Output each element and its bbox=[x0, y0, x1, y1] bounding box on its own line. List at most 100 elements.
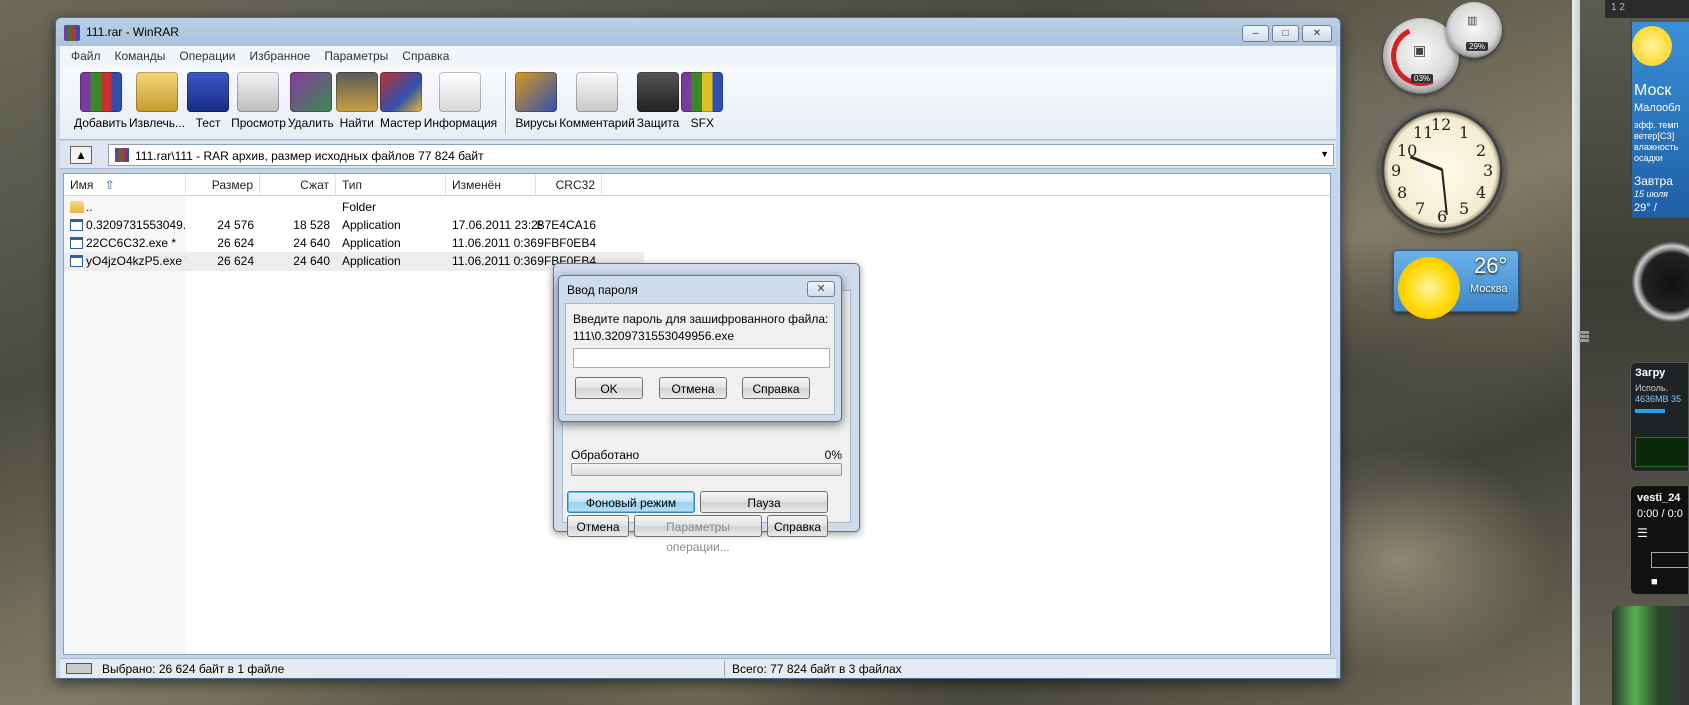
file-name: .. bbox=[86, 200, 93, 214]
file-type: Application bbox=[342, 218, 401, 232]
file-crc: B7E4CA16 bbox=[536, 218, 596, 232]
password-dialog-close-button[interactable]: ✕ bbox=[807, 281, 835, 297]
network-gadget[interactable]: Загру Исполь. 4636MB 35 bbox=[1630, 362, 1689, 472]
player-track-title: vesti_24 bbox=[1637, 492, 1681, 504]
column-name-label: Имя bbox=[70, 178, 94, 192]
sfx-button[interactable]: SFX bbox=[681, 66, 724, 140]
path-combobox[interactable]: 111.rar\111 - RAR архив, размер исходных… bbox=[108, 144, 1334, 166]
ok-button[interactable]: OK bbox=[575, 377, 643, 399]
panel-weather-precip: осадки bbox=[1634, 153, 1663, 163]
virus-scan-button[interactable]: Вирусы bbox=[515, 66, 558, 140]
sidebar-edge[interactable] bbox=[1572, 0, 1580, 705]
extract-button[interactable]: Извлечь... bbox=[129, 66, 185, 140]
cancel-button[interactable]: Отмена bbox=[659, 377, 727, 399]
stop-icon[interactable]: ■ bbox=[1651, 576, 1658, 588]
file-name: 22CC6C32.exe * bbox=[86, 236, 177, 250]
media-player-gadget[interactable]: vesti_24 0:00 / 0:0 ☰ ■ bbox=[1630, 485, 1689, 595]
file-list-header: Имя ⇧ Размер Сжат Тип Изменён CRC32 bbox=[64, 174, 1330, 196]
add-button[interactable]: Добавить bbox=[74, 66, 127, 140]
maximize-button[interactable]: □ bbox=[1272, 25, 1299, 42]
encrypted-file-name: 111\0.3209731553049956.exe bbox=[573, 329, 735, 343]
clock-7: 7 bbox=[1415, 199, 1426, 218]
protect-label: Защита bbox=[636, 116, 680, 130]
status-divider bbox=[724, 661, 725, 677]
file-name: 0.3209731553049... bbox=[86, 218, 186, 232]
operation-options-button[interactable]: Параметры операции... bbox=[634, 515, 762, 554]
clock-11: 11 bbox=[1413, 123, 1434, 142]
sort-ascending-icon: ⇧ bbox=[104, 178, 115, 192]
pause-button[interactable]: Пауза bbox=[700, 491, 828, 513]
file-row[interactable]: 0.3209731553049... 24 576 18 528 Applica… bbox=[64, 216, 644, 235]
column-header-size[interactable]: Размер bbox=[186, 174, 260, 196]
menu-commands[interactable]: Команды bbox=[108, 46, 173, 66]
menu-file[interactable]: Файл bbox=[64, 46, 108, 66]
clock-2: 2 bbox=[1476, 141, 1487, 160]
title-bar[interactable]: 111.rar - WinRAR – □ ✕ bbox=[56, 18, 1340, 46]
toolbar: Добавить Извлечь... Тест Просмотр Удалит… bbox=[60, 66, 1336, 140]
progress-cancel-button[interactable]: Отмена bbox=[567, 515, 629, 537]
clock-12: 12 bbox=[1431, 115, 1452, 134]
delete-recycle-icon bbox=[289, 72, 332, 112]
menu-operations[interactable]: Операции bbox=[172, 46, 242, 66]
clock-gadget[interactable]: 12 1 2 3 4 5 6 7 8 9 10 11 bbox=[1379, 107, 1505, 233]
panel-weather-tomorrow: Завтра bbox=[1634, 174, 1673, 188]
menu-options[interactable]: Параметры bbox=[317, 46, 395, 66]
panel-weather-humidity: влажность bbox=[1634, 142, 1679, 152]
weather-panel-gadget[interactable]: Моск Малообл эфф. темп ветер[СЗ] влажнос… bbox=[1631, 22, 1689, 218]
chevron-down-icon[interactable]: ▼ bbox=[1320, 149, 1329, 159]
delete-button[interactable]: Удалить bbox=[288, 66, 334, 140]
column-header-name[interactable]: Имя ⇧ bbox=[64, 174, 186, 196]
drive-key-icon[interactable] bbox=[66, 663, 92, 674]
panel-weather-condition: Малообл bbox=[1634, 102, 1681, 114]
column-header-packed[interactable]: Сжат bbox=[260, 174, 336, 196]
password-input[interactable] bbox=[573, 348, 830, 368]
panel-weather-date: 15 июля bbox=[1634, 189, 1668, 199]
info-label: Информация bbox=[423, 116, 498, 130]
sidebar-grip-icon[interactable]: ▬ ▬ ▬ bbox=[1579, 327, 1589, 345]
menu-help[interactable]: Справка bbox=[395, 46, 456, 66]
column-header-crc[interactable]: CRC32 bbox=[536, 174, 602, 196]
virus-scan-icon bbox=[515, 72, 558, 112]
exe-file-icon bbox=[70, 255, 83, 267]
protect-button[interactable]: Защита bbox=[636, 66, 680, 140]
archive-icon bbox=[115, 148, 129, 162]
menu-favorites[interactable]: Избранное bbox=[243, 46, 318, 66]
view-button[interactable]: Просмотр bbox=[231, 66, 286, 140]
progress-help-button[interactable]: Справка bbox=[767, 515, 828, 537]
clock-4: 4 bbox=[1476, 183, 1487, 202]
view-label: Просмотр bbox=[231, 116, 286, 130]
background-mode-button[interactable]: Фоновый режим bbox=[567, 491, 695, 513]
column-header-type[interactable]: Тип bbox=[336, 174, 446, 196]
file-type: Application bbox=[342, 236, 401, 250]
column-header-modified[interactable]: Изменён bbox=[446, 174, 536, 196]
weather-gadget[interactable]: 26° Москва bbox=[1393, 250, 1519, 319]
up-folder-button[interactable]: ▲ bbox=[70, 146, 92, 164]
info-button[interactable]: Информация bbox=[424, 66, 497, 140]
wizard-button[interactable]: Мастер bbox=[379, 66, 422, 140]
close-button[interactable]: ✕ bbox=[1302, 25, 1332, 42]
password-dialog-body: Введите пароль для зашифрованного файла:… bbox=[565, 303, 835, 415]
minimize-button[interactable]: – bbox=[1242, 25, 1269, 42]
network-graph bbox=[1635, 437, 1688, 467]
file-size: 26 624 bbox=[217, 236, 254, 250]
clock-hour-hand bbox=[1409, 155, 1443, 171]
test-label: Тест bbox=[195, 116, 221, 130]
ram-gauge-gadget[interactable]: ▥ 29% bbox=[1446, 2, 1502, 58]
add-label: Добавить bbox=[74, 116, 128, 130]
help-button[interactable]: Справка bbox=[742, 377, 810, 399]
file-row-parent[interactable]: .. Folder bbox=[64, 198, 644, 217]
playlist-icon[interactable]: ☰ bbox=[1637, 526, 1648, 540]
find-button[interactable]: Найти bbox=[335, 66, 378, 140]
panel-weather-wind: ветер[СЗ] bbox=[1634, 131, 1675, 141]
comment-button[interactable]: Комментарий bbox=[559, 66, 635, 140]
network-bar bbox=[1635, 409, 1665, 413]
test-button[interactable]: Тест bbox=[187, 66, 230, 140]
file-row[interactable]: 22CC6C32.exe * 26 624 24 640 Application… bbox=[64, 234, 644, 253]
add-archive-icon bbox=[79, 72, 122, 112]
network-usage-label: Исполь. bbox=[1635, 383, 1669, 393]
find-binoculars-icon bbox=[335, 72, 378, 112]
battery-gadget[interactable] bbox=[1612, 606, 1689, 705]
toolbar-separator bbox=[505, 72, 508, 134]
archive-path: 111.rar\111 - RAR архив, размер исходных… bbox=[135, 149, 484, 163]
sfx-icon bbox=[681, 72, 724, 112]
